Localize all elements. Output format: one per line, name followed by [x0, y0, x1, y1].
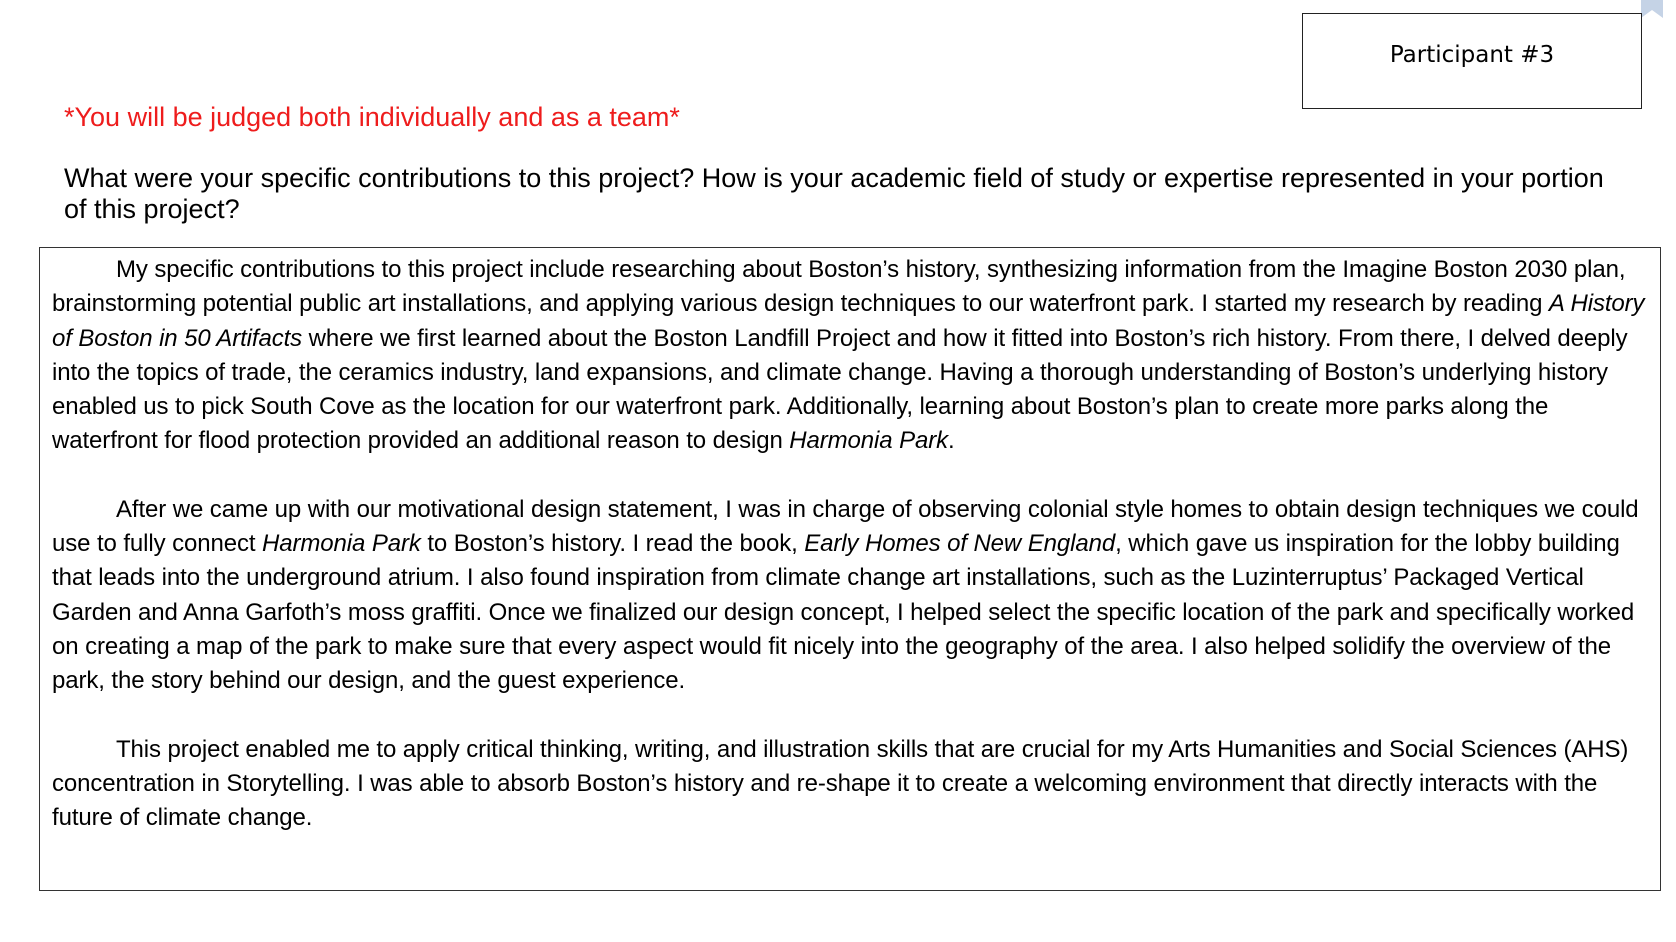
answer-paragraph-1: My specific contributions to this projec…: [52, 253, 1646, 459]
judging-notice: *You will be judged both individually an…: [64, 102, 680, 132]
question-prompt: What were your specific contributions to…: [64, 163, 1604, 224]
text-run: to Boston’s history. I read the book,: [420, 530, 805, 558]
answer-paragraph-2: After we came up with our motivational d…: [52, 493, 1646, 699]
text-run: My specific contributions to this projec…: [52, 256, 1626, 318]
book-title: Early Homes of New England: [804, 530, 1116, 558]
participant-box: Participant #3: [1302, 13, 1642, 109]
answer-paragraph-3: This project enabled me to apply critica…: [52, 735, 1629, 832]
text-run: .: [948, 427, 955, 455]
park-name: Harmonia Park: [789, 427, 949, 455]
answer-textbox[interactable]: My specific contributions to this projec…: [39, 247, 1661, 891]
bookmark-icon[interactable]: [1640, 0, 1664, 18]
participant-label: Participant #3: [1389, 42, 1555, 68]
park-name: Harmonia Park: [262, 530, 421, 558]
